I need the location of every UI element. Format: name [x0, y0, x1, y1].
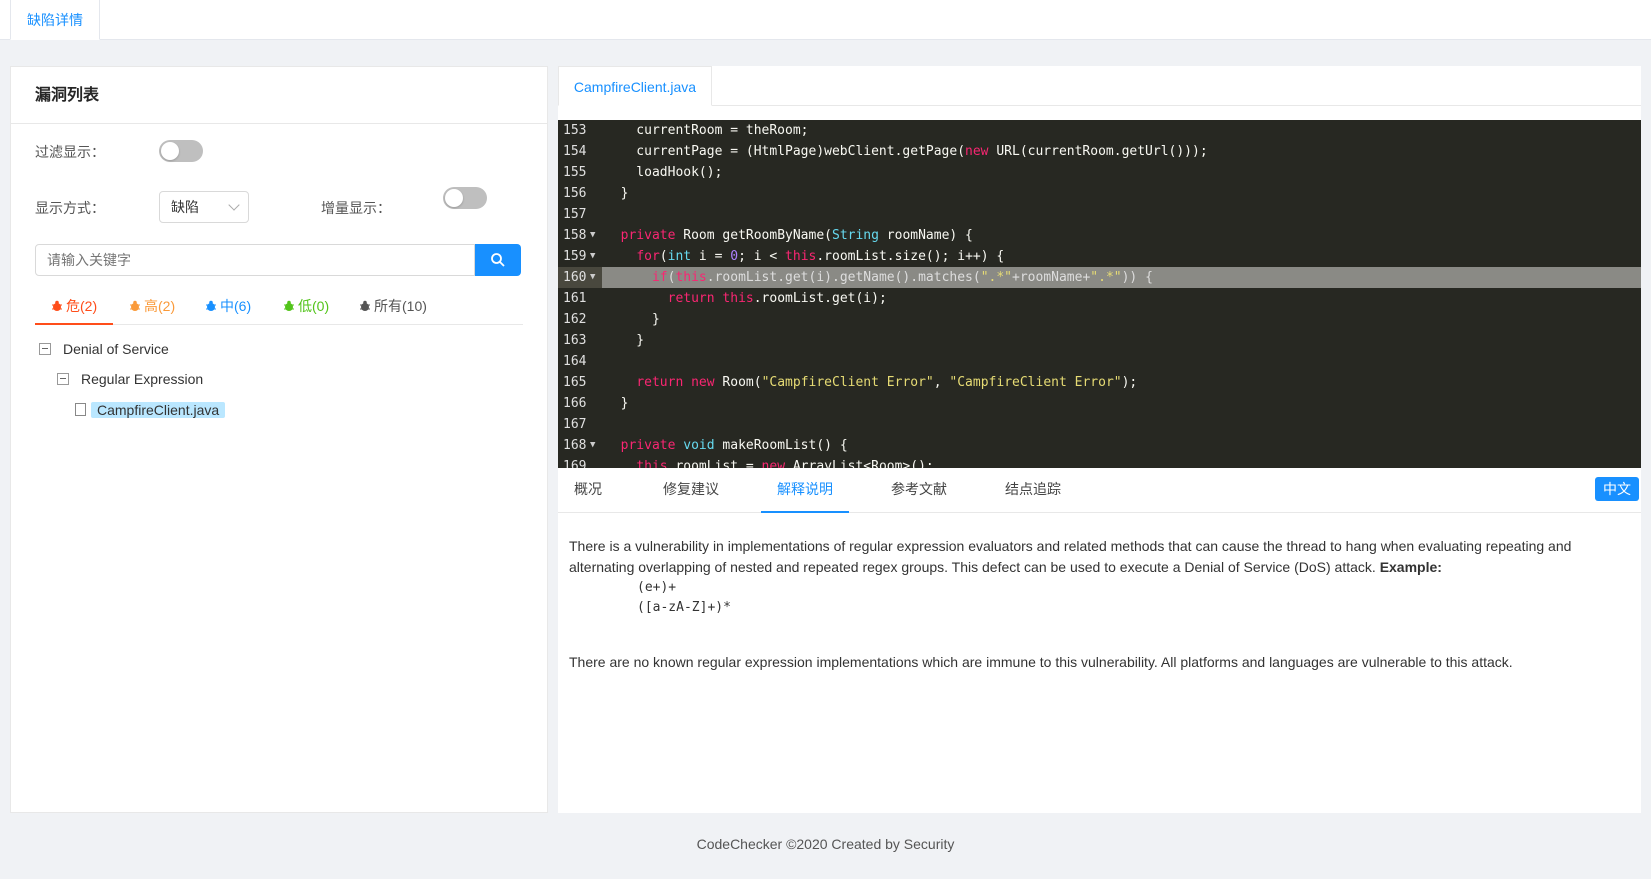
code-viewer[interactable]: 153 currentRoom = theRoom; 154 currentPa…	[558, 120, 1641, 468]
tree-node-file[interactable]: CampfireClient.java	[75, 398, 226, 422]
severity-tab-medium[interactable]: 中(6)	[189, 293, 267, 325]
language-button[interactable]: 中文	[1595, 477, 1639, 501]
description-paragraph: There is a vulnerability in implementati…	[569, 538, 1572, 575]
code-line: 159 ▼ for(int i = 0; i < this.roomList.si…	[558, 246, 1641, 267]
severity-label: 低(0)	[298, 298, 330, 314]
tab-node-trace[interactable]: 结点追踪	[989, 468, 1077, 513]
display-mode-label: 显示方式：	[35, 200, 105, 216]
tree-node-subcategory[interactable]: Regular Expression	[57, 367, 203, 391]
code-line: 169 this.roomList = new ArrayList<Room>(…	[563, 459, 934, 468]
collapse-icon[interactable]	[57, 373, 69, 385]
severity-tab-high[interactable]: 高(2)	[113, 293, 191, 325]
tree-node-label: Denial of Service	[63, 341, 169, 357]
code-line: 153 currentRoom = theRoom;	[563, 123, 809, 138]
severity-label: 高(2)	[144, 298, 176, 314]
code-line: 163 }	[563, 333, 645, 348]
bug-icon	[284, 300, 294, 311]
code-line: 156 }	[563, 186, 629, 201]
severity-tabs: 危(2) 高(2) 中(6) 低(0) 所有(10)	[35, 293, 523, 325]
code-line: 165 return new Room("CampfireClient Erro…	[563, 375, 1138, 390]
code-line: 161 return this.roomList.get(i);	[563, 291, 887, 306]
bug-icon	[360, 300, 370, 311]
severity-tab-low[interactable]: 低(0)	[267, 293, 345, 325]
code-line: 158 ▼ private Room getRoomByName(String r…	[558, 225, 1641, 246]
tab-file[interactable]: CampfireClient.java	[558, 66, 712, 106]
code-line: 167	[563, 417, 587, 432]
bug-icon	[206, 300, 216, 311]
footer: CodeChecker ©2020 Created by Security	[696, 836, 955, 852]
bug-icon	[52, 300, 62, 311]
detail-tabs: 概况 修复建议 解释说明 参考文献 结点追踪 中文	[558, 468, 1641, 513]
code-line: 154 currentPage = (HtmlPage)webClient.ge…	[563, 144, 1208, 159]
collapse-icon[interactable]	[39, 343, 51, 355]
tab-divider	[712, 105, 1641, 106]
code-line: 166 }	[563, 396, 629, 411]
code-line: 168 ▼ private void makeRoomList() {	[558, 435, 1641, 456]
severity-tab-critical[interactable]: 危(2)	[35, 293, 114, 325]
vulnerability-list-panel: 漏洞列表 过滤显示： 显示方式： 缺陷 增量显示： 危(2) 高(2) 中(6)…	[10, 66, 548, 813]
fold-icon[interactable]: ▼	[590, 435, 595, 456]
description-paragraph: There are no known regular expression im…	[569, 654, 1513, 670]
example-code: (e+)+	[637, 580, 677, 595]
explanation-content: There is a vulnerability in implementati…	[569, 536, 1629, 673]
tab-defect-details[interactable]: 缺陷详情	[10, 0, 100, 40]
display-mode-select[interactable]: 缺陷	[159, 191, 249, 223]
search-icon	[491, 253, 505, 267]
code-detail-panel: CampfireClient.java 153 currentRoom = th…	[558, 66, 1641, 813]
tab-references[interactable]: 参考文献	[875, 468, 963, 513]
panel-title: 漏洞列表	[11, 67, 547, 124]
display-mode-value: 缺陷	[171, 199, 199, 215]
tab-overview[interactable]: 概况	[558, 468, 618, 513]
search-input[interactable]	[35, 244, 475, 276]
code-line: 162 }	[563, 312, 660, 327]
severity-label: 中(6)	[220, 298, 252, 314]
code-line-highlighted: 160 ▼ if(this.roomList.get(i).getName().m…	[558, 267, 1641, 288]
increment-label: 增量显示：	[321, 200, 391, 216]
increment-toggle[interactable]	[443, 187, 487, 209]
severity-label: 所有(10)	[374, 298, 427, 314]
code-line: 157	[563, 207, 587, 222]
search-button[interactable]	[475, 244, 521, 276]
toggle-knob	[445, 189, 463, 207]
fold-icon[interactable]: ▼	[590, 267, 595, 288]
code-line: 164	[563, 354, 587, 369]
tree-node-category[interactable]: Denial of Service	[39, 337, 169, 361]
example-label: Example:	[1379, 559, 1442, 575]
example-code: ([a-zA-Z]+)*	[637, 600, 731, 615]
top-bar: 缺陷详情	[0, 0, 1651, 40]
tab-fix-suggestion[interactable]: 修复建议	[647, 468, 735, 513]
filter-toggle[interactable]	[159, 140, 203, 162]
bug-icon	[130, 300, 140, 311]
filter-label: 过滤显示：	[35, 144, 105, 160]
chevron-down-icon	[228, 199, 240, 211]
severity-tab-all[interactable]: 所有(10)	[343, 293, 443, 325]
tree-node-label: CampfireClient.java	[91, 402, 226, 418]
fold-icon[interactable]: ▼	[590, 225, 595, 246]
file-icon	[75, 403, 86, 416]
toggle-knob	[161, 142, 179, 160]
severity-label: 危(2)	[66, 298, 98, 314]
tab-explanation[interactable]: 解释说明	[761, 468, 849, 513]
fold-icon[interactable]: ▼	[590, 246, 595, 267]
code-line: 155 loadHook();	[563, 165, 723, 180]
tree-node-label: Regular Expression	[81, 371, 204, 387]
